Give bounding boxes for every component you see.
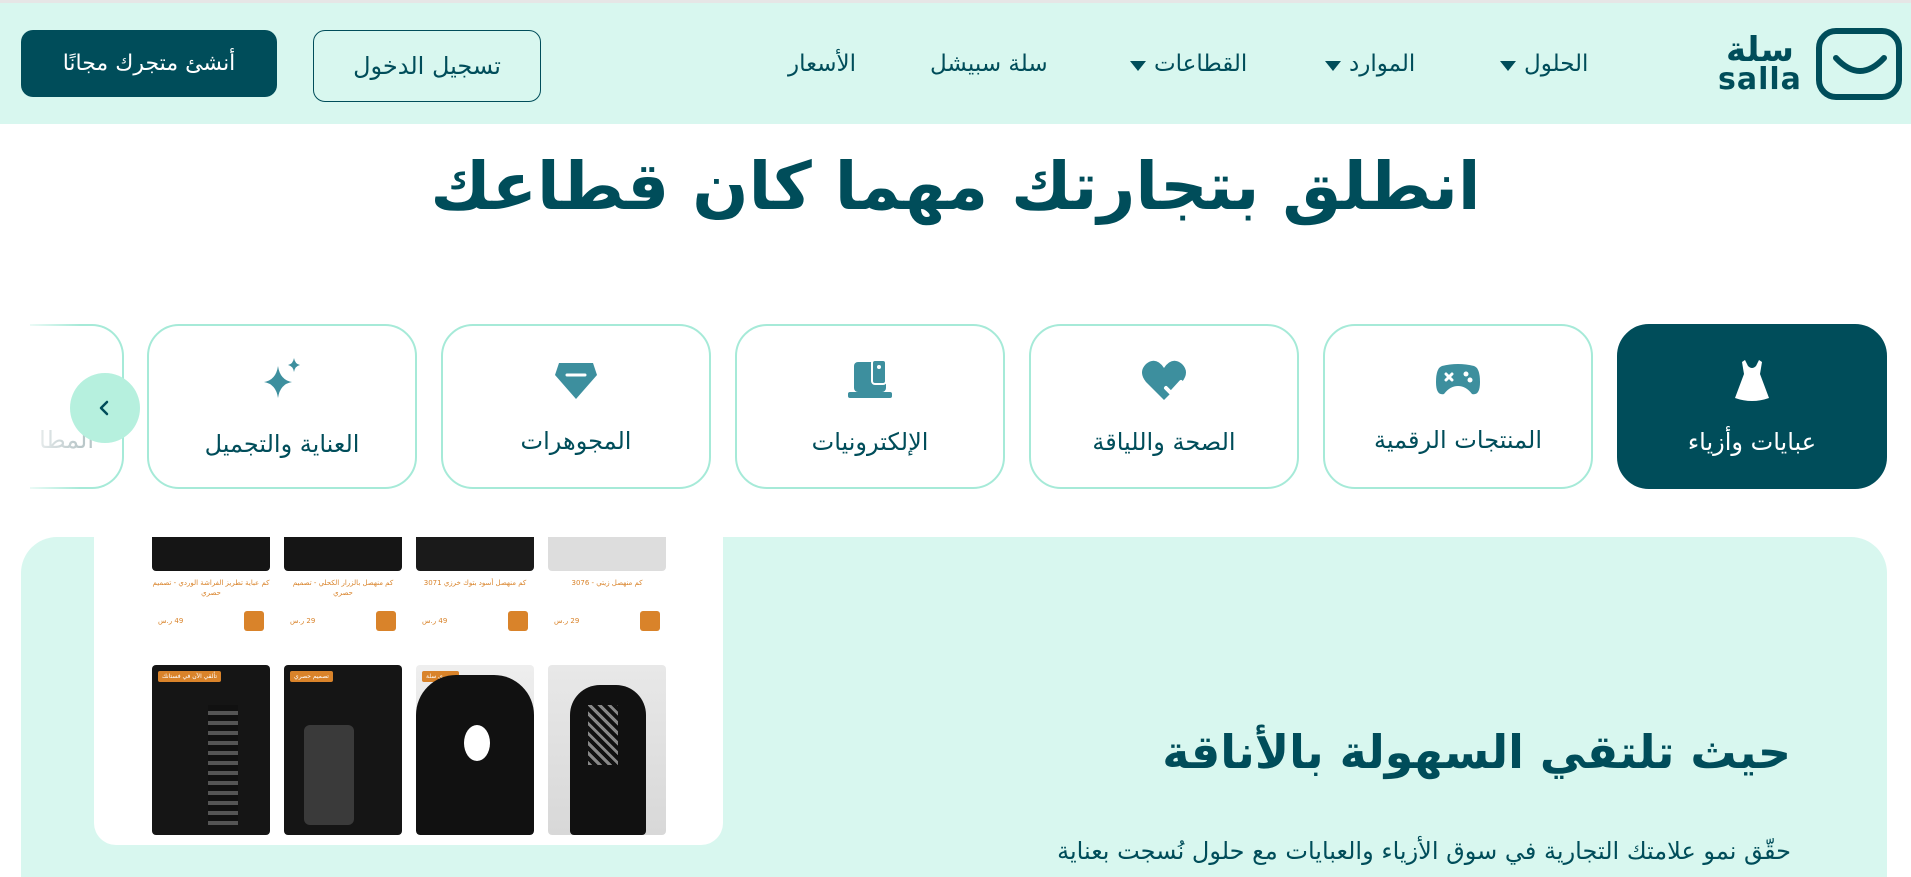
bag-icon xyxy=(640,611,660,631)
category-tab-label: الإلكترونيات xyxy=(811,427,929,456)
caret-down-icon xyxy=(1500,61,1516,71)
bag-icon xyxy=(376,611,396,631)
feature-subtitle: حقّق نمو علامتك التجارية في سوق الأزياء … xyxy=(1057,837,1791,865)
chevron-left-icon xyxy=(99,400,109,416)
gamepad-icon xyxy=(1436,363,1480,394)
sparkles-icon xyxy=(264,357,300,398)
site-header: سلة salla الحلول الموارد القطاعات سلة سب… xyxy=(0,0,1911,124)
bag-icon xyxy=(244,611,264,631)
bag-icon xyxy=(508,611,528,631)
nav-item-pricing[interactable]: الأسعار xyxy=(788,47,856,81)
login-button[interactable]: تسجيل الدخول xyxy=(313,30,541,102)
product-card: كم عباية تطريز الفراشة الوردي - تصميم حص… xyxy=(152,537,270,631)
product-caption: كم عباية تطريز الفراشة الوردي - تصميم حص… xyxy=(152,579,270,597)
product-card: كم منهصل أسود بتوك خرزي 3071 49 ر.س xyxy=(416,537,534,631)
basket-logo-icon xyxy=(1815,28,1902,100)
nav-item-label: سلة سبيشل xyxy=(930,51,1048,77)
category-tab-label: العناية والتجميل xyxy=(204,429,360,458)
product-image: تألقي الآن في فستانك xyxy=(152,665,270,835)
nav-item-label: القطاعات xyxy=(1154,51,1248,77)
store-mockup-image: كم منهصل زيتي - 3076 29 ر.س كم منهصل أسو… xyxy=(94,537,723,845)
product-card: كم منهصل بالزرار الكحلي - تصميم حصري 29 … xyxy=(284,537,402,631)
logo-wordmark: سلة salla xyxy=(1718,33,1802,95)
product-caption: كم منهصل أسود بتوك خرزي 3071 xyxy=(423,579,527,587)
product-tag: تألقي الآن في فستانك xyxy=(158,671,222,682)
create-store-button[interactable]: أنشئ متجرك مجانًا xyxy=(21,30,277,97)
product-card: حصري سلة xyxy=(416,665,534,835)
product-card: تصميم حصري xyxy=(284,665,402,835)
product-image xyxy=(548,665,666,835)
nav-item-resources[interactable]: الموارد xyxy=(1325,47,1415,81)
category-tab-label: عبايات وأزياء xyxy=(1687,427,1817,456)
gem-icon xyxy=(555,362,597,399)
category-tab-health[interactable]: الصحة واللياقة xyxy=(1029,324,1299,489)
product-card: تألقي الآن في فستانك xyxy=(152,665,270,835)
nav-item-label: الحلول xyxy=(1524,51,1589,77)
category-tab-abayas[interactable]: عبايات وأزياء xyxy=(1617,324,1887,489)
nav-item-solutions[interactable]: الحلول xyxy=(1500,47,1588,81)
carousel-next-button[interactable] xyxy=(70,373,140,443)
product-image: تصميم حصري xyxy=(284,665,402,835)
nav-item-label: الأسعار xyxy=(788,51,856,77)
category-tab-jewelry[interactable]: المجوهرات xyxy=(441,324,711,489)
product-image: حصري سلة xyxy=(416,665,534,835)
category-tab-label: المجوهرات xyxy=(520,426,632,455)
product-image xyxy=(284,537,402,571)
category-tab-beauty[interactable]: العناية والتجميل xyxy=(147,324,417,489)
page-title: انطلق بتجارتك مهما كان قطاعك xyxy=(430,148,1481,225)
salla-logo[interactable]: سلة salla xyxy=(1718,28,1902,100)
heart-check-icon xyxy=(1142,360,1186,400)
category-tab-label: الصحة واللياقة xyxy=(1092,427,1236,456)
product-price: 29 ر.س xyxy=(290,617,316,625)
product-price: 49 ر.س xyxy=(422,617,448,625)
product-card xyxy=(548,665,666,835)
feature-title: حيث تلتقي السهولة بالأناقة xyxy=(1162,725,1791,779)
category-tab-digital[interactable]: المنتجات الرقمية xyxy=(1323,324,1593,489)
category-tab-electronics[interactable]: الإلكترونيات xyxy=(735,324,1005,489)
category-tab-label: المنتجات الرقمية xyxy=(1373,425,1543,454)
product-tag: تصميم حصري xyxy=(290,671,333,682)
caret-down-icon xyxy=(1325,61,1341,71)
product-price: 49 ر.س xyxy=(158,617,184,625)
nav-item-salla-special[interactable]: سلة سبيشل xyxy=(930,47,1048,81)
logo-text-en: salla xyxy=(1718,62,1802,97)
product-card: كم منهصل زيتي - 3076 29 ر.س xyxy=(548,537,666,631)
nav-item-sectors[interactable]: القطاعات xyxy=(1130,47,1247,81)
product-image xyxy=(548,537,666,571)
feature-panel: كم منهصل زيتي - 3076 29 ر.س كم منهصل أسو… xyxy=(21,537,1887,877)
scroll-fade xyxy=(0,320,80,495)
caret-down-icon xyxy=(1130,61,1146,71)
nav-item-label: الموارد xyxy=(1349,51,1416,77)
dress-icon xyxy=(1735,359,1769,401)
product-image xyxy=(416,537,534,571)
product-caption: كم منهصل بالزرار الكحلي - تصميم حصري xyxy=(292,579,394,597)
devices-icon xyxy=(848,358,892,398)
product-caption: كم منهصل زيتي - 3076 xyxy=(571,579,643,587)
product-price: 29 ر.س xyxy=(554,617,580,625)
product-image xyxy=(152,537,270,571)
